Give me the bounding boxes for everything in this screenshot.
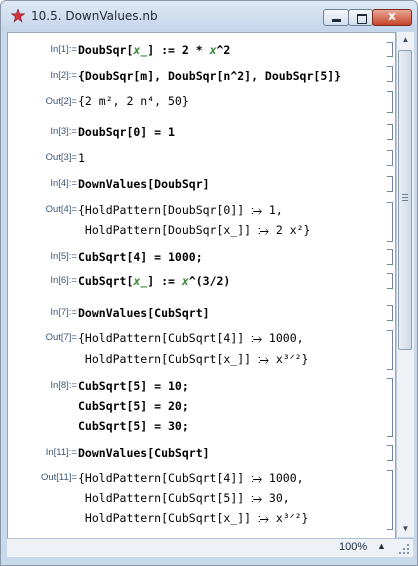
cell-label: Out[3]= [45, 152, 77, 163]
cell-bracket[interactable] [387, 378, 393, 437]
cell-code[interactable]: CubSqrt[x_] := x^(3/2) [78, 274, 230, 288]
maximize-icon [357, 14, 367, 24]
zoom-level[interactable]: 100% [339, 541, 367, 553]
minimize-button[interactable] [323, 9, 349, 26]
cell-output-line: {HoldPattern[CubSqrt[4]] ⧴ 1000, [78, 471, 304, 485]
cell-code[interactable]: DoubSqr[x_] := 2 * x^2 [78, 43, 230, 57]
cell-code[interactable]: DownValues[CubSqrt] [78, 446, 210, 460]
scroll-up-button[interactable]: ▲ [397, 32, 414, 48]
cell-bracket[interactable] [387, 305, 393, 321]
minimize-icon [332, 19, 341, 22]
cell-bracket[interactable] [387, 445, 393, 461]
resize-grip-icon[interactable] [398, 541, 410, 555]
cell-bracket[interactable] [387, 249, 393, 265]
cell-bracket[interactable] [387, 91, 393, 113]
cell-code[interactable]: DoubSqr[0] = 1 [78, 125, 175, 139]
cell-code-line[interactable]: CubSqrt[5] = 30; [78, 419, 189, 433]
cell-bracket[interactable] [387, 176, 393, 192]
cell-code[interactable]: {DoubSqr[m], DoubSqr[n^2], DoubSqr[5]} [78, 69, 341, 83]
maximize-button[interactable] [348, 9, 373, 26]
cell-label: In[2]:= [50, 70, 77, 81]
notebook-document[interactable]: In[1]:= DoubSqr[x_] := 2 * x^2 In[2]:= {… [7, 32, 396, 539]
window-title: 10.5. DownValues.nb [31, 9, 158, 23]
grip-line [402, 197, 408, 198]
scroll-down-button[interactable]: ▼ [397, 521, 414, 537]
cell-label: In[6]:= [50, 275, 77, 286]
notebook-window: 10.5. DownValues.nb x In[1]:= DoubSqr[x_… [0, 0, 418, 566]
cell-output-line: {HoldPattern[CubSqrt[4]] ⧴ 1000, [78, 331, 304, 345]
cell-bracket[interactable] [387, 42, 393, 57]
cell-label: In[4]:= [50, 178, 77, 189]
close-icon: x [388, 9, 396, 23]
cell-label: Out[11]= [40, 472, 77, 483]
cell-code-line[interactable]: CubSqrt[5] = 20; [78, 399, 189, 413]
cell-output-line: HoldPattern[DoubSqr[x_]] ⧴ 2 x²} [78, 223, 311, 237]
cell-output: {2 m², 2 n⁴, 50} [78, 94, 189, 108]
scroll-thumb[interactable] [398, 50, 412, 350]
grip-line [402, 200, 408, 201]
cell-label: In[1]:= [50, 44, 77, 55]
cell-output-line: HoldPattern[CubSqrt[5]] ⧴ 30, [78, 491, 290, 505]
cell-code-line[interactable]: CubSqrt[5] = 10; [78, 379, 189, 393]
mathematica-star-icon [11, 9, 25, 23]
cell-bracket[interactable] [387, 470, 393, 530]
cell-output-line: HoldPattern[CubSqrt[x_]] ⧴ x³ᐟ²} [78, 511, 309, 525]
cell-code[interactable]: CubSqrt[4] = 1000; [78, 250, 203, 264]
cell-code[interactable]: DownValues[DoubSqr] [78, 177, 210, 191]
cell-label: In[5]:= [50, 251, 77, 262]
cell-code[interactable]: DownValues[CubSqrt] [78, 306, 210, 320]
cell-output: 1 [78, 151, 85, 165]
cell-label: In[7]:= [50, 307, 77, 318]
cell-label: In[3]:= [50, 126, 77, 137]
cell-label: Out[4]= [45, 204, 77, 215]
title-bar[interactable]: 10.5. DownValues.nb x [1, 1, 417, 31]
cell-output-line: HoldPattern[CubSqrt[x_]] ⧴ x³ᐟ²} [78, 352, 309, 366]
cell-bracket[interactable] [387, 330, 393, 370]
cell-label: Out[7]= [45, 332, 77, 343]
cell-bracket[interactable] [387, 150, 393, 166]
cell-label: In[11]:= [45, 447, 77, 458]
cell-bracket[interactable] [387, 66, 393, 82]
cell-bracket[interactable] [387, 202, 393, 242]
cell-output-line: {HoldPattern[DoubSqr[0]] ⧴ 1, [78, 203, 283, 217]
cell-label: Out[2]= [45, 96, 77, 107]
close-button[interactable]: x [372, 9, 412, 26]
status-bar: 100% ▲ [7, 538, 413, 557]
cell-bracket[interactable] [387, 124, 393, 140]
grip-line [402, 194, 408, 195]
cell-label: In[8]:= [50, 380, 77, 391]
cell-bracket[interactable] [387, 273, 393, 289]
zoom-dropdown-icon[interactable]: ▲ [377, 541, 386, 551]
vertical-scrollbar[interactable]: ▲ ▼ [396, 32, 414, 537]
